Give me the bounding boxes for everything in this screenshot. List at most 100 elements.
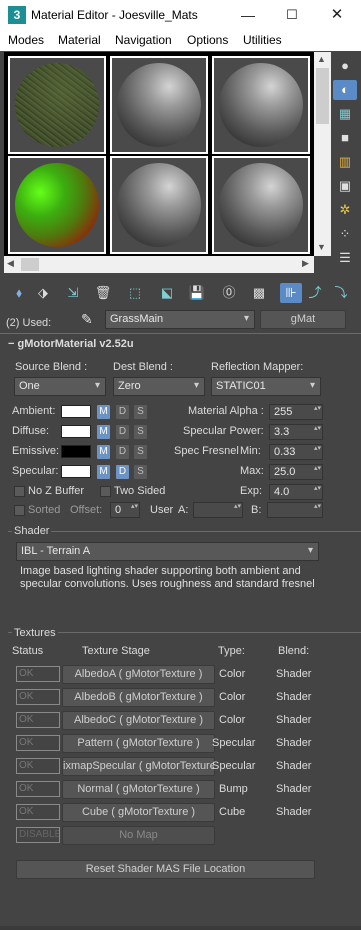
material-id-channel-icon[interactable]: ⓪ <box>218 283 240 303</box>
user-label: User <box>150 504 174 516</box>
diffuse-s-button[interactable]: S <box>134 425 147 439</box>
sorted-checkbox[interactable] <box>14 505 25 516</box>
specular-map-button[interactable]: M <box>97 465 110 479</box>
type-header: Type: <box>218 645 245 657</box>
app-icon: 3 <box>8 6 26 24</box>
backlight-icon[interactable]: ◐ <box>333 80 357 100</box>
offset-spinner[interactable]: 0 <box>110 502 140 518</box>
shader-dropdown[interactable]: IBL - Terrain A <box>16 542 319 561</box>
background-icon[interactable]: ▦ <box>333 104 357 124</box>
scroll-right-arrow-icon[interactable]: ▶ <box>302 258 309 269</box>
sample-slot-5[interactable] <box>110 156 208 254</box>
material-sphere <box>219 63 303 147</box>
material-name-dropdown[interactable]: GrassMain <box>105 310 255 329</box>
scroll-left-arrow-icon[interactable]: ◀ <box>7 258 14 269</box>
video-color-check-icon[interactable]: ▥ <box>333 152 357 172</box>
emissive-map-button[interactable]: M <box>97 445 110 459</box>
texture-stage-button[interactable]: Cube ( gMotorTexture ) <box>62 803 215 822</box>
go-to-parent-icon[interactable]: ⤴ <box>304 283 326 303</box>
make-preview-icon[interactable]: ▣ <box>333 176 357 196</box>
texture-status-box: OK <box>16 804 60 820</box>
dest-blend-dropdown[interactable]: Zero <box>113 377 205 396</box>
scroll-up-arrow-icon[interactable]: ▲ <box>317 54 326 64</box>
diffuse-d-button[interactable]: D <box>116 425 129 439</box>
emissive-s-button[interactable]: S <box>134 445 147 459</box>
diffuse-color-swatch[interactable] <box>61 425 91 438</box>
save-icon[interactable]: 💾 <box>186 283 208 303</box>
reset-shader-mas-button[interactable]: Reset Shader MAS File Location <box>16 860 315 879</box>
sample-slot-2[interactable] <box>110 56 208 154</box>
scroll-down-arrow-icon[interactable]: ▼ <box>317 242 326 252</box>
texture-stage-button[interactable]: No Map <box>62 826 215 845</box>
ambient-map-button[interactable]: M <box>97 405 110 419</box>
menu-utilities[interactable]: Utilities <box>243 33 282 47</box>
assign-to-selection-icon[interactable]: ⇲ <box>62 283 84 303</box>
fresnel-exp-label: Exp: <box>240 485 263 497</box>
texture-status-box: OK <box>16 689 60 705</box>
material-alpha-spinner[interactable]: 255 <box>269 404 323 420</box>
texture-stage-button[interactable]: Pattern ( gMotorTexture ) <box>62 734 215 753</box>
ambient-color-swatch[interactable] <box>61 405 91 418</box>
sample-uv-tiling-icon[interactable]: ■ <box>333 128 357 148</box>
sample-slot-1[interactable] <box>8 56 106 154</box>
user-b-spinner[interactable] <box>267 502 323 518</box>
specular-d-button[interactable]: D <box>116 465 129 479</box>
sample-slot-3[interactable] <box>212 56 310 154</box>
fresnel-min-label: Min: <box>240 445 261 457</box>
source-blend-dropdown[interactable]: One <box>14 377 106 396</box>
material-type-button[interactable]: gMat <box>260 310 346 329</box>
options-icon[interactable]: ✲ <box>333 200 357 220</box>
sample-slot-4[interactable] <box>8 156 106 254</box>
status-header: Status <box>12 645 44 657</box>
rollout-title[interactable]: − gMotorMaterial v2.52u <box>8 338 134 350</box>
fresnel-max-spinner[interactable]: 25.0 <box>269 464 323 480</box>
reset-map-icon[interactable]: 🗑 <box>92 283 114 303</box>
scroll-thumb[interactable] <box>316 68 329 124</box>
specular-power-spinner[interactable]: 3.3 <box>269 424 323 440</box>
menu-modes[interactable]: Modes <box>8 33 44 47</box>
reflection-mapper-dropdown[interactable]: STATIC01 <box>211 377 321 396</box>
texture-type: Specular <box>212 737 256 749</box>
specular-color-swatch[interactable] <box>61 465 91 478</box>
eyedropper-icon[interactable]: ✎ <box>81 311 93 328</box>
menu-options[interactable]: Options <box>187 33 228 47</box>
sample-type-sphere-icon[interactable]: ● <box>333 56 357 76</box>
two-sided-checkbox[interactable] <box>100 486 111 497</box>
emissive-d-button[interactable]: D <box>116 445 129 459</box>
material-navigator-icon[interactable]: ☰ <box>333 248 357 268</box>
ambient-d-button[interactable]: D <box>116 405 129 419</box>
scroll-thumb[interactable] <box>21 258 39 271</box>
texture-stage-button[interactable]: Normal ( gMotorTexture ) <box>62 780 215 799</box>
emissive-color-swatch[interactable] <box>61 445 91 458</box>
close-button[interactable]: ✕ <box>326 4 348 26</box>
shader-description: Image based lighting shader supporting b… <box>20 565 315 590</box>
get-material-icon[interactable]: ⬧ <box>8 283 30 303</box>
fresnel-exp-spinner[interactable]: 4.0 <box>269 484 323 500</box>
diffuse-map-button[interactable]: M <box>97 425 110 439</box>
offset-label: Offset: <box>70 504 103 516</box>
slots-vertical-scrollbar[interactable]: ▲ ▼ <box>314 52 331 256</box>
show-shaded-material-icon[interactable]: ▩ <box>248 283 270 303</box>
menu-navigation[interactable]: Navigation <box>115 33 172 47</box>
put-to-library-icon[interactable]: ⬕ <box>156 283 178 303</box>
select-by-material-icon[interactable]: ⁘ <box>333 224 357 244</box>
texture-stage-button[interactable]: AlbedoC ( gMotorTexture ) <box>62 711 215 730</box>
fresnel-min-spinner[interactable]: 0.33 <box>269 444 323 460</box>
maximize-button[interactable]: ☐ <box>281 4 303 26</box>
sample-slot-6[interactable] <box>212 156 310 254</box>
put-to-scene-icon[interactable]: ⬗ <box>32 283 54 303</box>
specular-s-button[interactable]: S <box>134 465 147 479</box>
texture-stage-button[interactable]: AlbedoA ( gMotorTexture ) <box>62 665 215 684</box>
textures-group-border <box>8 632 361 633</box>
slots-horizontal-scrollbar[interactable]: ◀ ▶ <box>4 256 314 273</box>
no-z-buffer-checkbox[interactable] <box>14 486 25 497</box>
texture-stage-button[interactable]: AlbedoB ( gMotorTexture ) <box>62 688 215 707</box>
go-forward-to-sibling-icon[interactable]: ⤵ <box>330 283 352 303</box>
ambient-s-button[interactable]: S <box>134 405 147 419</box>
show-end-result-icon[interactable]: ⊪ <box>280 283 302 303</box>
minimize-button[interactable]: — <box>237 4 259 26</box>
menu-material[interactable]: Material <box>58 33 101 47</box>
make-unique-icon[interactable]: ⬚ <box>124 283 146 303</box>
texture-stage-button[interactable]: ixmapSpecular ( gMotorTexture ) <box>62 757 215 776</box>
user-a-spinner[interactable] <box>193 502 243 518</box>
